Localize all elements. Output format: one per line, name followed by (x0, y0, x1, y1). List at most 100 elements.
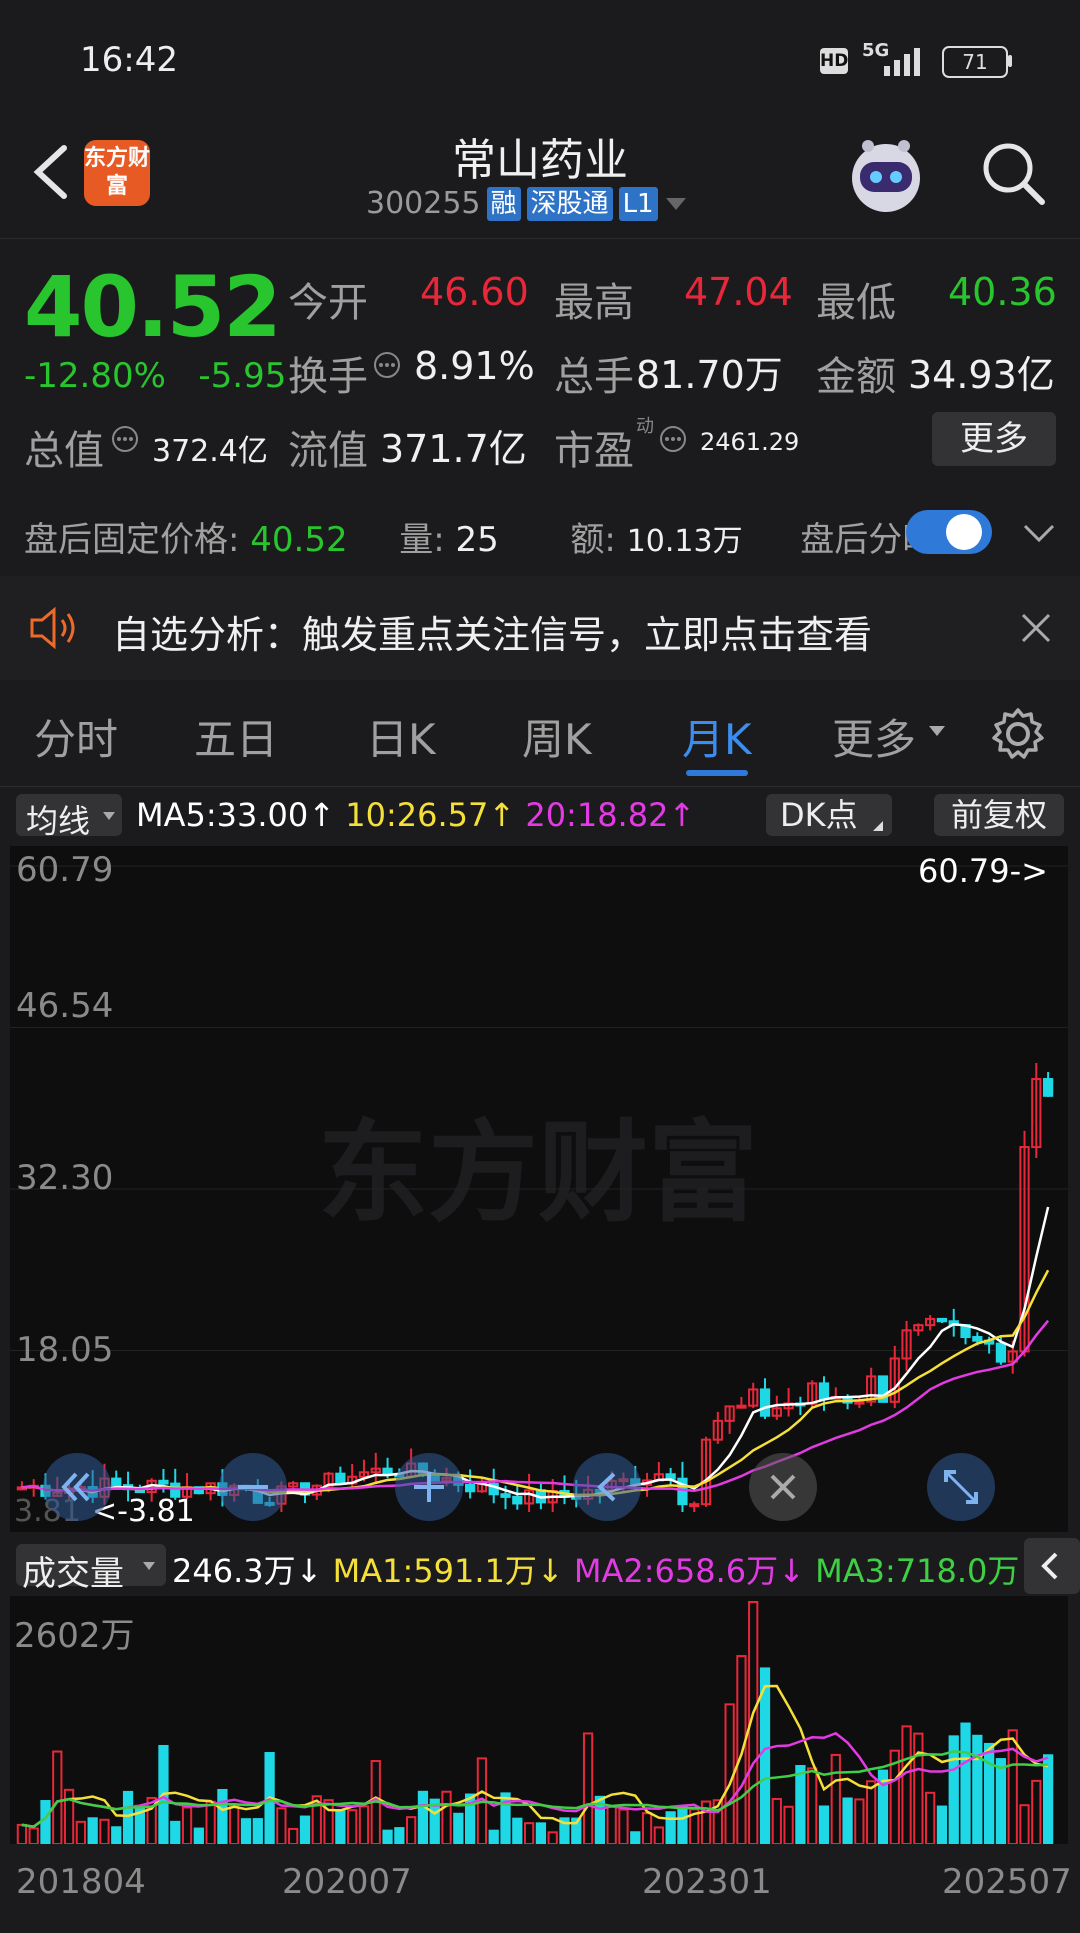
ah-amt-value: 10.13万 (626, 524, 743, 559)
low-label: 最低 (816, 280, 896, 326)
volume-bar (523, 1822, 535, 1846)
volume-axis-max: 2602万 (14, 1616, 135, 1656)
more-button[interactable]: 更多 (932, 412, 1056, 466)
zoom-out-icon[interactable] (218, 1452, 288, 1522)
settings-gear-icon[interactable] (990, 706, 1046, 762)
volume-svg (16, 1601, 1054, 1846)
fullscreen-icon[interactable] (926, 1452, 996, 1522)
candle-body (736, 1404, 747, 1409)
volume-bar (75, 1820, 87, 1845)
volume-bar (382, 1829, 393, 1845)
volume-bar (299, 1815, 311, 1846)
volume-bar (547, 1831, 558, 1845)
active-tab-indicator (686, 770, 748, 776)
close-icon[interactable] (1020, 612, 1052, 644)
candle-body (972, 1336, 983, 1342)
volume-bar (913, 1732, 924, 1845)
volume-value: 81.70万 (636, 353, 783, 397)
volume-bar (335, 1809, 346, 1846)
hd-icon: HD (820, 48, 848, 74)
candle-body (759, 1388, 771, 1417)
current-price: 40.52 (24, 258, 282, 356)
volume-bar (783, 1805, 794, 1845)
volume-bar (618, 1808, 629, 1845)
tab-daily-k[interactable]: 日K (366, 706, 436, 767)
volume-bar (1031, 1779, 1042, 1846)
caret-down-icon (929, 726, 945, 736)
vol-ma2: MA2:658.6万 (573, 1552, 779, 1590)
scroll-left-icon[interactable] (42, 1452, 112, 1522)
divider (0, 238, 1080, 239)
tab-monthly-k[interactable]: 月K (682, 706, 752, 767)
candle-body (995, 1342, 1007, 1363)
tag-level: L1 (618, 186, 658, 221)
price-axis-label: 46.54 (16, 986, 114, 1026)
clock: 16:42 (80, 40, 178, 80)
pe-sup: 动 (636, 416, 654, 437)
volume-bar (193, 1827, 204, 1845)
kline-chart[interactable]: 东方财富 (10, 846, 1068, 1532)
volume-bar (960, 1722, 971, 1845)
candle-body (464, 1483, 476, 1493)
volume-bar (240, 1818, 252, 1846)
volume-bar (276, 1807, 287, 1845)
adjust-button[interactable]: 前复权 (934, 794, 1064, 836)
battery-icon: 71 (942, 46, 1008, 78)
volume-bar (52, 1750, 63, 1845)
volume-bar (406, 1816, 417, 1845)
ma-values: MA5:33.00↑ 10:26.57↑ 20:18.82↑ (136, 796, 696, 834)
divider (0, 786, 1080, 787)
stock-code-row[interactable]: 300255 融 深股通 L1 (366, 186, 688, 221)
tab-intraday[interactable]: 分时 (34, 706, 118, 767)
volume-bar (205, 1800, 216, 1845)
ma10-value: 10:26.57 (345, 796, 489, 834)
ah-price-label: 盘后固定价格: (24, 520, 240, 560)
volume-bar (40, 1800, 51, 1846)
caret-down-icon (143, 1562, 155, 1570)
volume-bar (512, 1817, 523, 1845)
price-axis-label: 18.05 (16, 1330, 114, 1370)
ah-price-value: 40.52 (250, 520, 348, 560)
tab-five-day[interactable]: 五日 (194, 706, 278, 767)
step-left-icon[interactable] (572, 1452, 642, 1522)
search-icon[interactable] (980, 140, 1046, 206)
ma5-value: MA5:33.00 (136, 796, 309, 834)
volume-bar (807, 1767, 818, 1845)
amount-label: 金额 (816, 354, 896, 400)
candle-body (158, 1479, 169, 1485)
volume-bar (394, 1827, 405, 1846)
info-icon[interactable] (658, 424, 688, 454)
volume-bar (866, 1780, 877, 1845)
indicator-selector-label: 均线 (26, 802, 91, 840)
kline-svg: 东方财富 (10, 865, 1068, 1512)
chevron-down-icon[interactable] (1022, 522, 1056, 544)
candle-body (111, 1477, 122, 1487)
robot-assistant-icon[interactable] (844, 134, 928, 218)
close-overlay-icon[interactable] (748, 1452, 818, 1522)
tab-more[interactable]: 更多 (832, 706, 916, 767)
volume-bar (111, 1826, 122, 1846)
mktcap-label: 总值 (24, 428, 104, 474)
volume-bar (665, 1811, 676, 1845)
candle-body (818, 1382, 830, 1400)
volume-bar (181, 1806, 193, 1845)
volume-bar (854, 1798, 865, 1845)
after-hours-row: 盘后固定价格: 40.52 量: 25 额: 10.13万 盘后分时 (24, 512, 936, 561)
zoom-in-icon[interactable] (394, 1452, 464, 1522)
volume-chart[interactable] (10, 1596, 1068, 1846)
volume-ma-values: 246.3万↓ MA1:591.1万↓ MA2:658.6万↓ MA3:718.… (172, 1552, 1046, 1590)
volume-bar (16, 1823, 28, 1846)
dropdown-icon[interactable] (664, 194, 688, 214)
candle-body (689, 1503, 700, 1508)
alert-text[interactable]: 自选分析：触发重点关注信号，立即点击查看 (112, 604, 872, 659)
chevron-left-icon (1041, 1552, 1058, 1580)
info-icon[interactable] (110, 424, 140, 454)
volume-bar (252, 1818, 263, 1845)
volume-bar (795, 1765, 806, 1845)
volume-label: 总手 (554, 354, 634, 400)
volume-bar (99, 1818, 110, 1846)
signal-icon (884, 48, 920, 76)
volume-bar (630, 1831, 641, 1845)
tab-weekly-k[interactable]: 周K (522, 706, 592, 767)
info-icon[interactable] (372, 350, 402, 380)
